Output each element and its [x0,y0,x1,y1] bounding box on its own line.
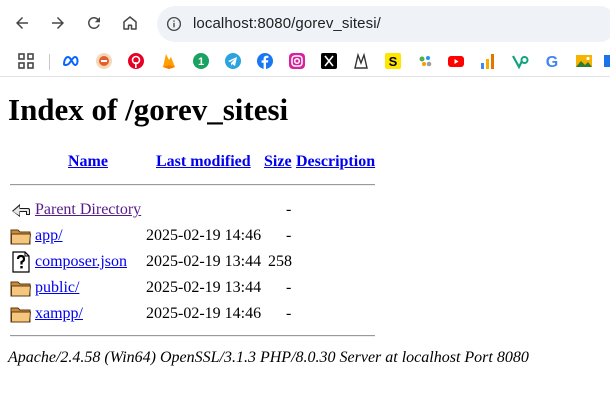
facebook-icon[interactable] [256,52,274,70]
row-name-cell[interactable]: xampp/ [35,305,83,323]
bookmark-red-icon[interactable] [95,52,113,70]
telegram-icon[interactable] [224,52,242,70]
row-date: 2025-02-19 14:46 [146,305,262,322]
column-header-name[interactable]: Name [68,153,108,171]
row-date: 2025-02-19 13:44 [146,253,262,270]
image-icon[interactable] [575,52,593,70]
colorful-dots-icon[interactable] [416,52,434,70]
browser-toolbar: localhost:8080/gorev_sitesi/ [0,0,610,48]
meta-icon[interactable] [62,52,80,70]
home-icon [123,16,137,30]
column-header-description[interactable]: Description [296,153,375,171]
bookmarks-bar: 1 S G [0,48,610,77]
row-size: - [286,201,292,218]
instagram-icon[interactable] [288,52,306,70]
folder-icon [10,303,32,325]
back-button[interactable] [7,8,37,38]
table-row: public/ 2025-02-19 13:44 - [0,277,610,301]
footer-divider [10,335,375,337]
forward-button[interactable] [43,8,73,38]
reload-icon [87,16,100,29]
table-row: app/ 2025-02-19 14:46 - [0,225,610,249]
row-name-cell[interactable]: public/ [35,279,79,297]
pinterest-icon[interactable] [127,52,145,70]
row-size: 258 [268,253,292,270]
sort-by-date-link[interactable]: Last modified [156,153,251,170]
svg-text:S: S [389,54,398,69]
parent-directory-link[interactable]: Parent Directory [35,201,141,218]
page-content: Index of /gorev_sitesi Name Last modifie… [0,77,610,413]
green-number-icon[interactable]: 1 [192,52,210,70]
vercel-v-icon[interactable] [511,52,529,70]
composer-json-link[interactable]: composer.json [35,253,127,270]
row-name-cell[interactable]: composer.json [35,253,127,271]
column-header-size[interactable]: Size [264,153,292,171]
header-divider [10,184,375,186]
row-name-cell[interactable]: app/ [35,227,63,245]
back-arrow-nav-icon [16,17,28,29]
row-size: - [286,227,292,244]
column-header-last-modified[interactable]: Last modified [156,153,251,171]
x-icon[interactable] [320,52,338,70]
folder-icon [10,225,32,247]
sort-by-description-link[interactable]: Description [296,153,375,170]
parent-directory-link-cell[interactable]: Parent Directory [35,201,141,219]
home-button[interactable] [115,8,145,38]
server-signature: Apache/2.4.58 (Win64) OpenSSL/3.1.3 PHP/… [8,349,529,366]
folder-icon [10,277,32,299]
site-info-icon[interactable] [165,15,183,33]
partial-icon[interactable] [603,52,610,70]
bookmark-separator [49,54,50,70]
table-row: xampp/ 2025-02-19 14:46 - [0,303,610,327]
unknown-file-icon [10,251,32,273]
table-row: Parent Directory - [0,199,610,223]
anime-icon[interactable] [352,52,370,70]
url-text[interactable]: localhost:8080/gorev_sitesi/ [193,14,381,34]
svg-text:G: G [546,54,558,70]
firebase-icon[interactable] [160,52,178,70]
row-date: 2025-02-19 13:44 [146,279,262,296]
xampp-folder-link[interactable]: xampp/ [35,305,83,322]
youtube-icon[interactable] [447,52,465,70]
address-bar[interactable]: localhost:8080/gorev_sitesi/ [157,6,610,42]
forward-arrow-icon [52,17,64,29]
apps-grid-icon[interactable] [17,52,35,70]
yellow-s-icon[interactable]: S [384,52,402,70]
public-folder-link[interactable]: public/ [35,279,79,296]
svg-text:1: 1 [198,56,204,68]
bar-chart-icon[interactable] [479,52,497,70]
row-size: - [286,279,292,296]
row-size: - [286,305,292,322]
google-g-icon[interactable]: G [543,52,561,70]
page-title: Index of /gorev_sitesi [8,92,289,127]
row-date: 2025-02-19 14:46 [146,227,262,244]
sort-by-size-link[interactable]: Size [264,153,292,170]
table-row: composer.json 2025-02-19 13:44 258 [0,251,610,275]
back-arrow-icon [10,199,32,221]
reload-button[interactable] [79,8,109,38]
app-folder-link[interactable]: app/ [35,227,63,244]
sort-by-name-link[interactable]: Name [68,153,108,170]
